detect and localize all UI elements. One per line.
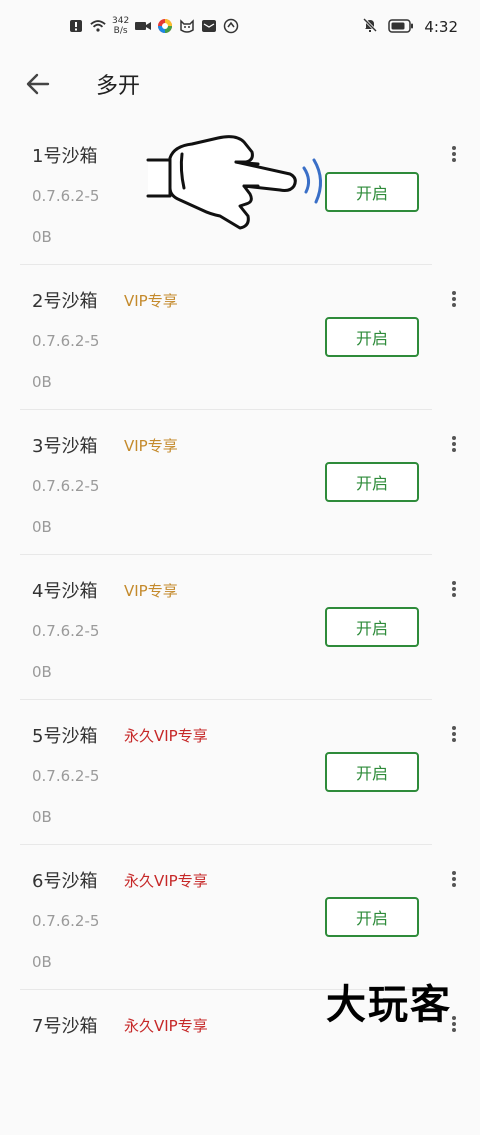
sandbox-size: 0B — [32, 953, 52, 971]
vip-tag: VIP专享 — [124, 582, 178, 600]
vip-tag: VIP专享 — [124, 292, 178, 310]
open-button[interactable]: 开启 — [325, 607, 419, 647]
sandbox-size: 0B — [32, 518, 52, 536]
sandbox-name: 3号沙箱 — [32, 436, 98, 457]
permanent-vip-tag: 永久VIP专享 — [124, 727, 208, 745]
open-button[interactable]: 开启 — [325, 752, 419, 792]
browser-icon — [223, 18, 239, 34]
permanent-vip-tag: 永久VIP专享 — [124, 1017, 208, 1035]
sandbox-version: 0.7.6.2-5 — [32, 187, 100, 205]
sandbox-item: 2号沙箱 VIP专享 0.7.6.2-5 0B 开启 — [0, 265, 480, 410]
sandbox-version: 0.7.6.2-5 — [32, 622, 100, 640]
back-arrow-icon[interactable] — [24, 70, 52, 98]
more-options-icon[interactable] — [448, 289, 460, 309]
sandbox-name: 7号沙箱 — [32, 1016, 98, 1037]
alert-icon — [68, 18, 84, 34]
sandbox-size: 0B — [32, 808, 52, 826]
sandbox-item: 6号沙箱 永久VIP专享 0.7.6.2-5 0B 开启 — [0, 845, 480, 990]
sandbox-item: 5号沙箱 永久VIP专享 0.7.6.2-5 0B 开启 — [0, 700, 480, 845]
wifi-icon — [90, 18, 106, 34]
sandbox-version: 0.7.6.2-5 — [32, 477, 100, 495]
clock: 4:32 — [424, 18, 458, 36]
more-options-icon[interactable] — [448, 579, 460, 599]
sandbox-item: 3号沙箱 VIP专享 0.7.6.2-5 0B 开启 — [0, 410, 480, 555]
sandbox-name: 5号沙箱 — [32, 726, 98, 747]
vip-tag: VIP专享 — [124, 437, 178, 455]
sandbox-size: 0B — [32, 228, 52, 246]
sandbox-version: 0.7.6.2-5 — [32, 767, 100, 785]
sandbox-name: 1号沙箱 — [32, 146, 98, 167]
pointing-hand-icon — [146, 135, 322, 230]
cat-icon — [179, 18, 195, 34]
battery-icon — [388, 18, 414, 37]
sandbox-item: 4号沙箱 VIP专享 0.7.6.2-5 0B 开启 — [0, 555, 480, 700]
sandbox-name: 2号沙箱 — [32, 291, 98, 312]
page-title: 多开 — [96, 74, 141, 99]
mute-icon — [362, 17, 378, 37]
sandbox-size: 0B — [32, 373, 52, 391]
more-options-icon[interactable] — [448, 434, 460, 454]
message-icon — [201, 18, 217, 34]
more-options-icon[interactable] — [448, 869, 460, 889]
more-options-icon[interactable] — [448, 144, 460, 164]
app-bar: 多开 — [0, 56, 480, 112]
network-speed: 342 B/s — [112, 16, 130, 36]
open-button[interactable]: 开启 — [325, 317, 419, 357]
app-icon — [157, 18, 173, 34]
video-icon — [135, 18, 152, 34]
permanent-vip-tag: 永久VIP专享 — [124, 872, 208, 890]
open-button[interactable]: 开启 — [325, 897, 419, 937]
sandbox-size: 0B — [32, 663, 52, 681]
open-button[interactable]: 开启 — [325, 462, 419, 502]
sandbox-name: 6号沙箱 — [32, 871, 98, 892]
sandbox-version: 0.7.6.2-5 — [32, 332, 100, 350]
more-options-icon[interactable] — [448, 724, 460, 744]
status-bar: 342 B/s 4:32 — [0, 0, 480, 56]
sandbox-name: 4号沙箱 — [32, 581, 98, 602]
open-button[interactable]: 开启 — [325, 172, 419, 212]
watermark-text: 大玩客 — [326, 982, 452, 1028]
sandbox-version: 0.7.6.2-5 — [32, 912, 100, 930]
